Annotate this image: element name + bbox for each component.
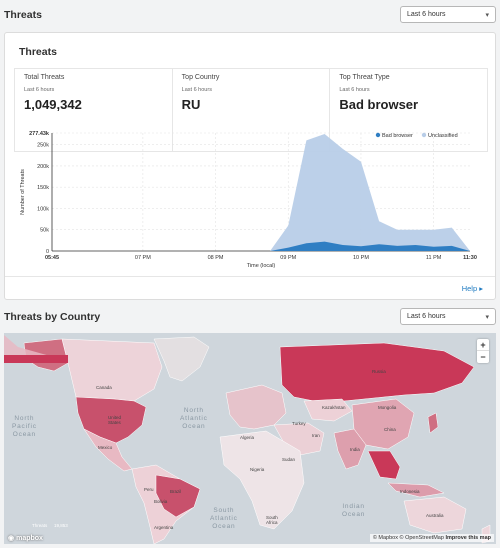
country-time-range-value: Last 6 hours [407,313,446,320]
place-label-argentina: Argentina [154,525,174,530]
chevron-down-icon: ▾ [485,313,489,321]
country-section-header: Threats by Country Last 6 hours ▾ [4,308,496,325]
threats-time-range-value: Last 6 hours [407,11,446,18]
country-japan [427,412,439,434]
country-greenland [153,336,210,382]
map-legend-max-label: 19,853 [54,523,68,528]
place-label-brazil: Brazil [170,489,182,494]
y-tick-label: 100k [37,206,49,212]
place-label-south-africa: South Africa [266,515,278,525]
country-section-title: Threats by Country [4,310,101,323]
series-area-unclassified [52,134,470,251]
mapbox-logo-text: mapbox [16,534,43,542]
place-label-australia: Australia [426,513,444,518]
stat-label: Total Threats [24,74,65,81]
legend-swatch [421,132,427,138]
place-label-peru: Peru [144,487,154,492]
place-label-united-states: United States [108,415,122,425]
threats-area-chart: 050k100k150k200k250k277.43k05:45 07 PM 08 … [20,131,477,269]
stat-sub: Last 6 hours [181,87,212,93]
threats-section-header: Threats Last 6 hours ▾ [4,6,496,23]
stat-value: RU [181,97,201,112]
threats-section-title: Threats [4,8,42,21]
y-axis-label: Number of Threats [20,169,26,215]
place-label-algeria: Algeria [240,435,255,440]
place-label-kazakhstan: Kazakhstan [322,405,346,410]
place-label-russia: Russia [372,369,386,374]
country-canada [61,338,163,402]
mapbox-logo-icon: ◉ [8,535,15,542]
stat-label: Top Threat Type [339,74,390,81]
threats-card-title: Threats [19,46,57,58]
x-tick-label: 11:30 [463,255,477,261]
ocean-label-indian: Indian Ocean [342,503,366,518]
place-label-iran: Iran [312,433,320,438]
country-southeast-asia [367,450,401,480]
x-tick-label: 05:45 [45,255,59,261]
stat-sub: Last 6 hours [339,87,370,93]
mapbox-logo[interactable]: ◉ mapbox [8,534,43,543]
map-attribution: © Mapbox © OpenStreetMap Improve this ma… [369,534,494,542]
map-legend [4,335,68,363]
legend-swatch [375,132,381,138]
threat-world-map[interactable]: North Pacific Ocean North Atlantic Ocean… [4,333,496,544]
help-link[interactable]: Help ▸ [462,284,483,293]
country-kazakhstan [303,398,353,422]
improve-map-link[interactable]: Improve this map [445,535,491,541]
x-axis-label: Time (local) [247,263,276,269]
legend-label: Unclassified [428,133,458,139]
chevron-right-icon: ▸ [479,284,483,293]
map-zoom-controls: + − [477,339,489,363]
x-tick-label: 07 PM [135,255,151,261]
y-tick-label: 250k [37,143,49,149]
attribution-text[interactable]: © Mapbox © OpenStreetMap [373,535,444,541]
place-label-nigeria: Nigeria [250,467,265,472]
x-tick-label: 08 PM [208,255,224,261]
place-label-canada: Canada [96,385,112,390]
ocean-label-north-pacific: North Pacific Ocean [12,415,37,438]
zoom-in-button[interactable]: + [477,339,489,351]
y-tick-label: 277.43k [29,131,50,137]
map-legend-min-label: Threats [32,523,48,528]
country-time-range-select[interactable]: Last 6 hours ▾ [400,308,496,325]
x-tick-label: 09 PM [280,255,296,261]
y-tick-label: 200k [37,164,49,170]
zoom-out-button[interactable]: − [477,351,489,363]
place-label-india: India [350,447,360,452]
place-label-mongolia: Mongolia [378,405,397,410]
legend-label: Bad browser [382,133,413,139]
stat-sub: Last 6 hours [24,87,55,93]
threats-time-range-select[interactable]: Last 6 hours ▾ [400,6,496,23]
place-label-indonesia: Indonesia [400,489,420,494]
stat-value: Bad browser [339,97,419,112]
place-label-bolivia: Bolivia [154,499,168,504]
ocean-label-south-atlantic: South Atlantic Ocean [210,507,238,530]
threats-card: Threats Total Threats Last 6 hours 1,049… [4,32,496,300]
stat-value: 1,049,342 [24,97,82,112]
stat-label: Top Country [181,74,220,81]
place-label-turkey: Turkey [292,421,306,426]
country-europe [225,384,287,430]
place-label-china: China [384,427,396,432]
place-label-mexico: Mexico [98,445,113,450]
ocean-label-north-atlantic: North Atlantic Ocean [180,407,208,430]
help-label: Help [461,284,478,293]
x-tick-label: 10 PM [353,255,369,261]
x-tick-label: 11 PM [426,255,442,261]
y-tick-label: 50k [40,228,49,234]
card-divider [5,276,495,277]
place-label-sudan: Sudan [282,457,296,462]
y-tick-label: 150k [37,185,49,191]
chevron-down-icon: ▾ [485,11,489,19]
